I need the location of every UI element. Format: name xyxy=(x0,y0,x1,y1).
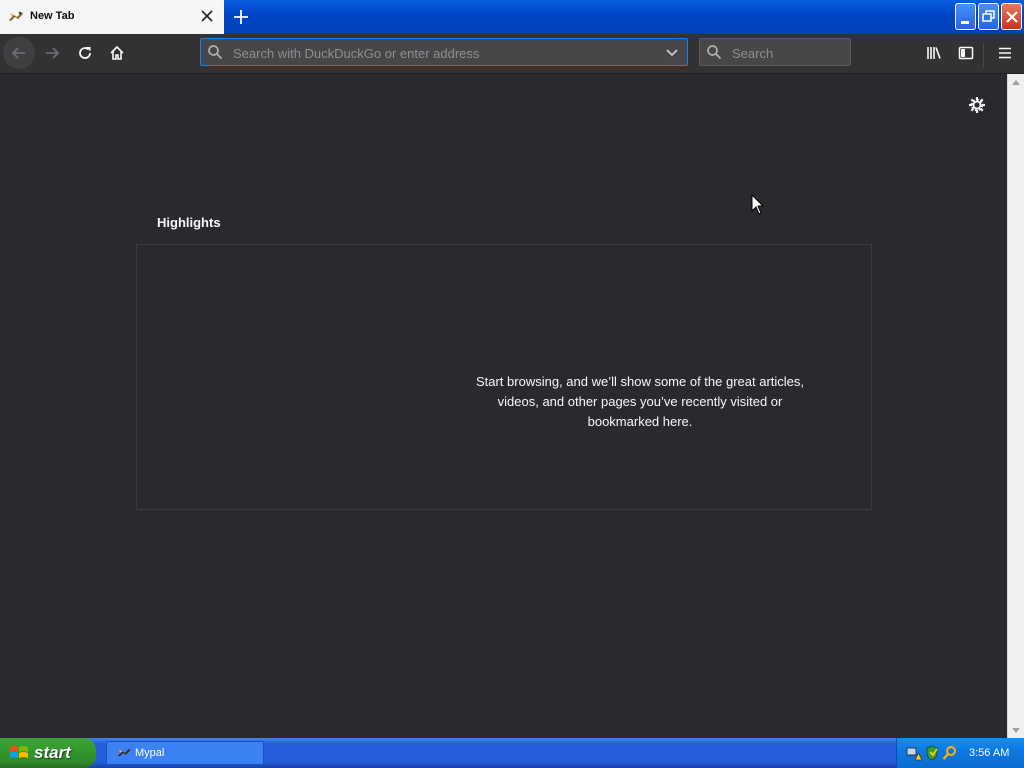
menu-button[interactable] xyxy=(989,37,1021,69)
security-shield-icon[interactable] xyxy=(924,745,940,761)
highlights-empty-box: Start browsing, and we’ll show some of t… xyxy=(136,244,872,510)
search-icon[interactable] xyxy=(942,745,958,761)
start-button[interactable]: start xyxy=(0,738,96,768)
system-clock: 3:56 AM xyxy=(969,747,1010,759)
tab-new-tab[interactable]: New Tab xyxy=(0,0,224,34)
close-icon[interactable] xyxy=(1001,3,1022,30)
chevron-down-icon[interactable] xyxy=(665,46,679,60)
mypal-favicon-icon xyxy=(9,11,23,21)
taskbar-item-mypal[interactable]: Mypal xyxy=(106,741,264,765)
minimize-icon[interactable] xyxy=(955,3,976,30)
search-bar[interactable] xyxy=(699,38,851,66)
search-icon xyxy=(707,45,722,60)
home-icon xyxy=(110,45,124,60)
search-input[interactable] xyxy=(730,42,844,64)
reload-button[interactable] xyxy=(69,37,101,69)
back-button[interactable] xyxy=(3,37,35,69)
new-tab-page: Highlights Start browsing, and we’ll sho… xyxy=(0,74,1007,738)
home-button[interactable] xyxy=(101,37,133,69)
windows-logo-icon xyxy=(10,746,28,758)
system-tray: 3:56 AM xyxy=(896,738,1024,768)
highlights-title: Highlights xyxy=(157,215,221,230)
sidebar-icon xyxy=(958,46,974,60)
restore-icon[interactable] xyxy=(978,3,999,30)
reload-icon xyxy=(79,47,91,59)
network-warning-icon[interactable] xyxy=(906,745,922,761)
search-icon xyxy=(208,45,223,60)
scroll-up-arrow-icon[interactable] xyxy=(1012,79,1020,85)
mouse-cursor-icon xyxy=(751,194,765,215)
forward-arrow-icon xyxy=(46,47,60,59)
start-label: start xyxy=(34,743,71,762)
url-bar[interactable] xyxy=(200,38,688,66)
close-icon[interactable] xyxy=(198,7,216,25)
hamburger-menu-icon xyxy=(999,47,1011,59)
url-input[interactable] xyxy=(231,42,655,64)
gear-icon[interactable] xyxy=(967,95,987,115)
highlights-empty-message: Start browsing, and we’ll show some of t… xyxy=(475,374,805,429)
tab-title: New Tab xyxy=(30,10,75,22)
title-bar: New Tab xyxy=(0,0,1024,34)
library-icon xyxy=(927,47,941,59)
taskbar-item-label: Mypal xyxy=(135,747,165,759)
navigation-toolbar xyxy=(0,34,1024,74)
scroll-down-arrow-icon[interactable] xyxy=(1012,728,1020,734)
forward-button[interactable] xyxy=(36,37,68,69)
library-button[interactable] xyxy=(918,37,950,69)
taskbar: start Mypal 3:56 AM xyxy=(0,738,1024,768)
plus-icon[interactable] xyxy=(230,6,252,28)
back-arrow-icon xyxy=(11,47,25,59)
mypal-app-icon xyxy=(117,748,131,757)
toolbar-separator xyxy=(983,43,984,67)
sidebar-button[interactable] xyxy=(950,37,982,69)
vertical-scrollbar[interactable] xyxy=(1007,74,1024,738)
